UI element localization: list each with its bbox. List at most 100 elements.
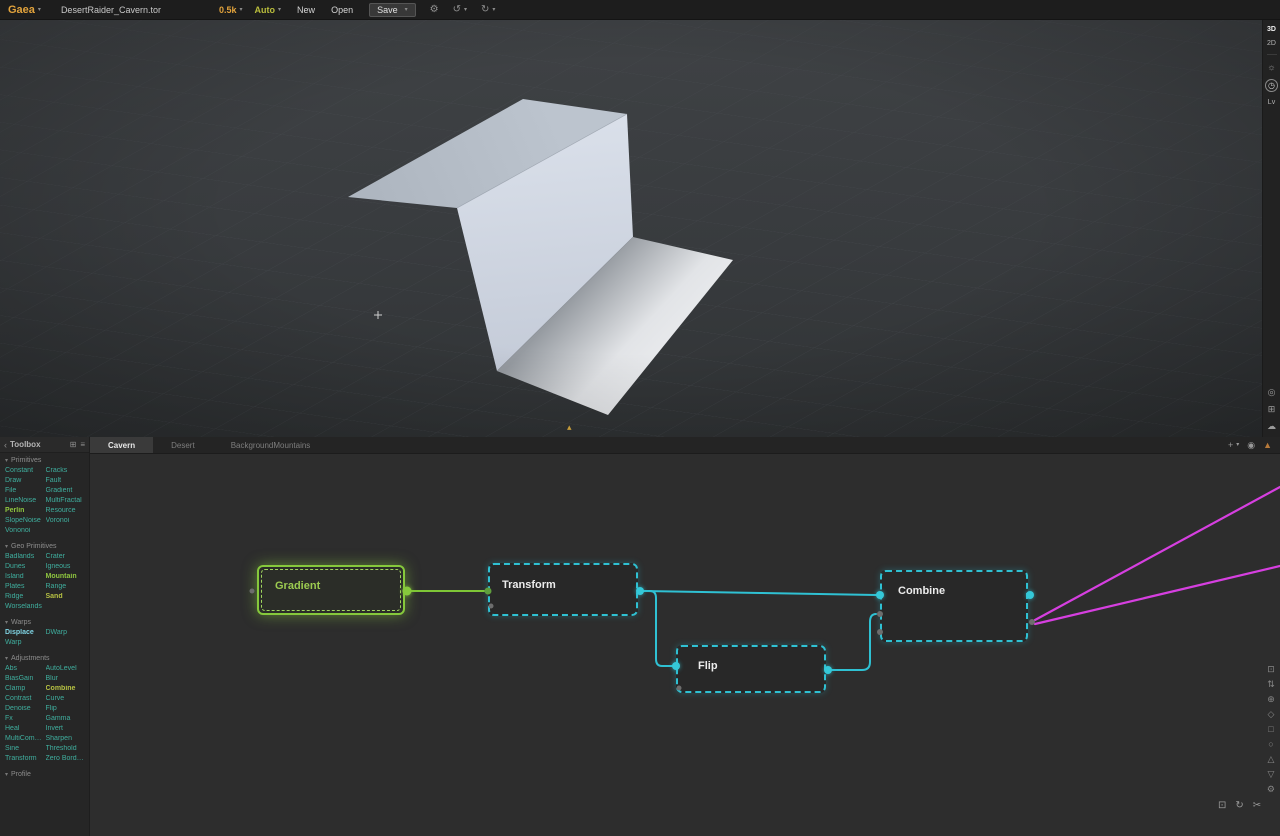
toolbox-item[interactable]: Fx — [5, 715, 44, 722]
refresh-icon[interactable]: ↻ — [1235, 800, 1243, 811]
gaea-menu-button[interactable]: Gaea ▾ — [8, 4, 41, 16]
toolbox-item[interactable]: SlopeNoise — [5, 517, 44, 524]
toolbox-item[interactable]: Vononoi — [5, 527, 44, 534]
graph-tool-icon[interactable]: ⚙ — [1267, 784, 1275, 794]
toolbox-item[interactable]: Island — [5, 573, 44, 580]
collapse-left-icon[interactable]: ‹ — [4, 440, 7, 450]
clock-icon[interactable]: ◷ — [1265, 79, 1278, 92]
toolbox-item[interactable]: Badlands — [5, 553, 44, 560]
toolbox-section-header[interactable]: ▾ Primitives — [5, 457, 84, 464]
graph-tab[interactable]: BackgroundMountains — [213, 437, 329, 453]
node-flip[interactable]: Flip — [676, 645, 826, 693]
toolbox-item[interactable]: DWarp — [46, 629, 85, 636]
view-3d-button[interactable]: 3D — [1267, 26, 1276, 33]
grid-view-icon[interactable]: ⊞ — [1268, 404, 1276, 414]
panel-resize-handle[interactable]: ▴ — [567, 423, 572, 432]
toolbox-item[interactable]: Invert — [46, 725, 85, 732]
toolbox-item[interactable]: Igneous — [46, 563, 85, 570]
graph-tool-icon[interactable]: □ — [1268, 724, 1273, 734]
graph-tool-icon[interactable]: ◇ — [1268, 709, 1275, 719]
port-combine-mask[interactable] — [877, 629, 883, 635]
panel-toggle-icon[interactable]: ⊞ — [70, 440, 77, 449]
cut-icon[interactable]: ✂ — [1253, 800, 1261, 811]
compass-icon[interactable]: ◎ — [1268, 387, 1276, 397]
chevron-down-icon[interactable]: ▾ — [1236, 440, 1239, 450]
sun-icon[interactable]: ☼ — [1267, 62, 1275, 72]
toolbox-item[interactable]: Worselands — [5, 603, 44, 610]
toolbox-item[interactable]: Threshold — [46, 745, 85, 752]
toolbox-item[interactable]: Range — [46, 583, 85, 590]
toolbox-item[interactable]: Zero Bord… — [46, 755, 85, 762]
toolbox-item[interactable]: Blur — [46, 675, 85, 682]
toolbox-item[interactable]: Combine — [46, 685, 85, 692]
menu-icon[interactable]: ≡ — [80, 440, 85, 449]
port-flip-out[interactable] — [824, 666, 832, 674]
terrain-3d-viewport[interactable]: ▴ — [0, 20, 1262, 437]
toolbox-item[interactable]: Voronoi — [46, 517, 85, 524]
add-node-icon[interactable]: + — [1228, 440, 1233, 450]
resolution-dropdown[interactable]: 0.5k ▾ — [219, 5, 243, 15]
toolbox-item[interactable]: Sharpen — [46, 735, 85, 742]
toolbox-item[interactable]: Heal — [5, 725, 44, 732]
toolbox-item[interactable]: AutoLevel — [46, 665, 85, 672]
node-graph-canvas[interactable]: Gradient Transform Flip Combine ⊡ ⇅ ⊕ ◇ □ ○ △ ▽… — [90, 454, 1280, 836]
port-transform-mask[interactable] — [489, 604, 494, 609]
undo-button[interactable]: ↺ ▾ — [453, 4, 467, 15]
port-combine-in1[interactable] — [876, 591, 884, 599]
port-transform-out[interactable] — [636, 587, 644, 595]
toolbox-section-header[interactable]: ▾ Profile — [5, 771, 84, 778]
node-gradient[interactable]: Gradient — [257, 565, 405, 615]
graph-tool-icon[interactable]: ⊡ — [1267, 664, 1275, 674]
flame-icon[interactable]: ▲ — [1263, 440, 1272, 450]
toolbox-section-header[interactable]: ▾ Warps — [5, 619, 84, 626]
toolbox-item[interactable]: MultiCom… — [5, 735, 44, 742]
cloud-icon[interactable]: ☁ — [1267, 421, 1276, 431]
toolbox-item[interactable]: Gamma — [46, 715, 85, 722]
graph-tool-icon[interactable]: ⊕ — [1267, 694, 1275, 704]
node-combine[interactable]: Combine — [880, 570, 1028, 642]
graph-tool-icon[interactable]: ▽ — [1268, 769, 1275, 779]
graph-tool-icon[interactable]: △ — [1268, 754, 1275, 764]
view-2d-button[interactable]: 2D — [1267, 40, 1276, 47]
toolbox-item[interactable]: Cracks — [46, 467, 85, 474]
toolbox-item[interactable]: Curve — [46, 695, 85, 702]
toolbox-item[interactable]: Transform — [5, 755, 44, 762]
toolbox-item[interactable]: Perlin — [5, 507, 44, 514]
globe-icon[interactable]: ◉ — [1247, 440, 1255, 450]
port-combine-in2[interactable] — [877, 611, 883, 617]
graph-tool-icon[interactable]: ○ — [1268, 739, 1273, 749]
toolbox-item[interactable]: Sine — [5, 745, 44, 752]
toolbox-item[interactable]: Warp — [5, 639, 44, 646]
toolbox-item[interactable]: Contrast — [5, 695, 44, 702]
toolbox-section-header[interactable]: ▾ Adjustments — [5, 655, 84, 662]
fit-frame-icon[interactable]: ⊡ — [1218, 800, 1226, 811]
toolbox-item[interactable]: Fault — [46, 477, 85, 484]
graph-tab[interactable]: Desert — [153, 437, 213, 453]
toolbox-item[interactable]: Abs — [5, 665, 44, 672]
toolbox-item[interactable]: Crater — [46, 553, 85, 560]
port-gradient-in[interactable] — [250, 589, 255, 594]
port-combine-out2[interactable] — [1029, 619, 1035, 625]
port-combine-out[interactable] — [1026, 591, 1034, 599]
toolbox-item[interactable]: Ridge — [5, 593, 44, 600]
node-transform[interactable]: Transform — [488, 563, 638, 616]
toolbox-item[interactable]: Constant — [5, 467, 44, 474]
build-mode-dropdown[interactable]: Auto ▾ — [255, 5, 282, 15]
toolbox-item[interactable]: BiasGain — [5, 675, 44, 682]
toolbox-item[interactable]: MultiFractal — [46, 497, 85, 504]
port-flip-mask[interactable] — [677, 686, 682, 691]
toolbox-item[interactable]: Denoise — [5, 705, 44, 712]
toolbox-item[interactable]: Plates — [5, 583, 44, 590]
save-button[interactable]: Save ▾ — [369, 3, 416, 17]
toolbox-item[interactable]: Gradient — [46, 487, 85, 494]
toolbox-item[interactable]: Flip — [46, 705, 85, 712]
toolbox-item[interactable]: Dunes — [5, 563, 44, 570]
toolbox-item[interactable]: Clamp — [5, 685, 44, 692]
graph-tab[interactable]: Cavern — [90, 437, 153, 453]
toolbox-item[interactable]: Resource — [46, 507, 85, 514]
toolbox-item[interactable]: Sand — [46, 593, 85, 600]
toolbox-item[interactable]: File — [5, 487, 44, 494]
graph-tool-icon[interactable]: ⇅ — [1267, 679, 1275, 689]
port-gradient-out[interactable] — [403, 587, 412, 596]
settings-gear-icon[interactable]: ⚙ — [430, 4, 439, 15]
